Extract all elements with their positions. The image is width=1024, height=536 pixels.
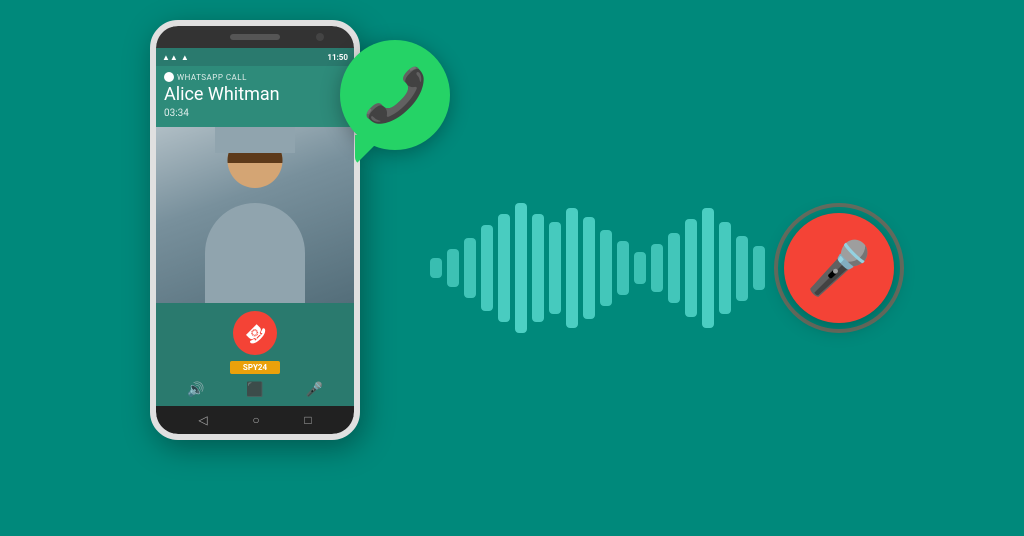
call-controls: ☎ SPY24 🔊 ⬛ 🎤 — [156, 303, 354, 406]
signal-strength: ▲▲ — [162, 53, 178, 62]
main-scene: ▲▲ ▲ 11:50 WHATSAPP CALL Alice Whitman 0… — [0, 0, 1024, 536]
spy24-badge: SPY24 — [230, 361, 280, 374]
wa-small-icon — [164, 72, 174, 82]
wave-bar — [736, 236, 748, 301]
speaker-icon[interactable]: 🔊 — [187, 382, 204, 398]
wave-bar — [498, 214, 510, 322]
wave-bar — [685, 219, 697, 317]
sound-wave — [430, 198, 765, 338]
clock: 11:50 — [327, 53, 348, 62]
wave-bar — [583, 217, 595, 320]
wave-bar — [464, 238, 476, 298]
phone-device: ▲▲ ▲ 11:50 WHATSAPP CALL Alice Whitman 0… — [150, 20, 360, 440]
person-body — [205, 203, 305, 303]
wave-bar — [617, 241, 629, 295]
person-hood — [215, 127, 295, 153]
action-icons: 🔊 ⬛ 🎤 — [156, 378, 354, 402]
wave-bar — [719, 222, 731, 314]
wave-bar — [600, 230, 612, 306]
phone-camera — [316, 33, 324, 41]
wave-bar — [668, 233, 680, 303]
call-header: WHATSAPP CALL Alice Whitman 03:34 — [156, 66, 354, 127]
caller-name: Alice Whitman — [164, 84, 346, 106]
call-duration: 03:34 — [164, 108, 346, 119]
wave-bar — [447, 249, 459, 287]
home-nav-icon[interactable]: ○ — [252, 413, 259, 427]
wave-bar — [430, 258, 442, 278]
phone-nav-bar: ◁ ○ □ — [156, 406, 354, 434]
app-label: WHATSAPP CALL — [164, 72, 346, 82]
caller-photo — [156, 127, 354, 303]
recents-nav-icon[interactable]: □ — [304, 413, 311, 427]
wave-bar — [753, 246, 765, 289]
back-nav-icon[interactable]: ◁ — [198, 413, 207, 427]
whatsapp-phone-icon: 📞 — [363, 65, 428, 126]
wave-bar — [549, 222, 561, 314]
wifi-icon: ▲ — [181, 53, 189, 62]
end-call-button[interactable]: ☎ — [233, 311, 277, 355]
phone-speaker — [230, 34, 280, 40]
signal-icons: ▲▲ ▲ — [162, 53, 189, 62]
wave-bar — [532, 214, 544, 322]
wave-bar — [515, 203, 527, 333]
mic-ring — [774, 203, 904, 333]
phone-status-bar: ▲▲ ▲ 11:50 — [156, 48, 354, 66]
wave-bar — [651, 244, 663, 293]
end-call-icon: ☎ — [240, 318, 271, 349]
phone-top-bar — [156, 26, 354, 48]
stop-icon[interactable]: ⬛ — [246, 382, 263, 398]
wave-bar — [634, 252, 646, 285]
wave-bar — [566, 208, 578, 327]
whatsapp-logo-bubble: 📞 — [340, 40, 450, 150]
record-mic-button[interactable]: 🎤 — [784, 213, 894, 323]
wave-bar — [702, 208, 714, 327]
person-silhouette — [175, 127, 335, 303]
mute-icon[interactable]: 🎤 — [306, 382, 323, 398]
wave-bar — [481, 225, 493, 312]
